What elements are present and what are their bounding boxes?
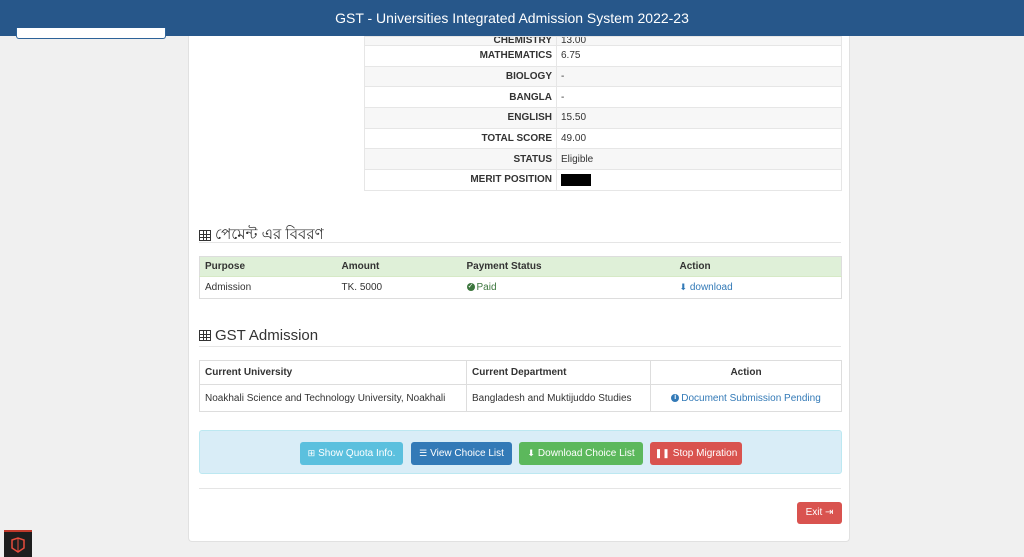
payment-table: Purpose Amount Payment Status Action Adm… <box>199 256 842 299</box>
score-value: 13.00 <box>556 36 842 46</box>
page-title: GST - Universities Integrated Admission … <box>335 10 689 26</box>
sign-out-icon: ⇥ <box>825 507 834 518</box>
score-row: ENGLISH 15.50 <box>364 107 842 129</box>
col-payment-status: Payment Status <box>461 256 675 277</box>
admission-table: Current University Current Department Ac… <box>199 360 842 412</box>
redacted-merit-position <box>561 173 591 186</box>
divider <box>199 242 841 243</box>
score-row: MATHEMATICS 6.75 <box>364 45 842 67</box>
score-value: Eligible <box>556 148 842 171</box>
action-bar: ⊞ Show Quota Info. ☰ View Choice List ⬇ Dow… <box>199 430 842 474</box>
table-row: Admission TK. 5000 ✓ Paid ⬇ download <box>200 277 842 299</box>
score-row: TOTAL SCORE 49.00 <box>364 127 842 150</box>
info-circle-icon: i <box>671 393 680 402</box>
score-label: BIOLOGY <box>364 65 557 88</box>
divider <box>199 346 841 347</box>
score-value <box>556 169 842 191</box>
list-icon: ☰ <box>419 448 428 458</box>
score-value: - <box>556 65 842 88</box>
admission-heading: GST Admission <box>199 327 318 344</box>
download-choice-list-label: Download Choice List <box>537 448 635 459</box>
payment-status: ✓ Paid <box>462 277 675 299</box>
score-value: 15.50 <box>556 107 842 129</box>
show-quota-button[interactable]: ⊞ Show Quota Info. <box>300 442 403 465</box>
table-icon <box>199 230 211 241</box>
payment-status-text: Paid <box>476 282 497 293</box>
document-pending-text: Document Submission Pending <box>681 392 821 404</box>
main-panel: CHEMISTRY 13.00 MATHEMATICS 6.75 BIOLOGY - … <box>188 36 850 542</box>
score-label: CHEMISTRY <box>364 36 557 46</box>
score-row: CHEMISTRY 13.00 <box>364 36 842 46</box>
score-row: BIOLOGY - <box>364 65 842 88</box>
table-row: Noakhali Science and Technology Universi… <box>199 384 842 412</box>
check-circle-icon: ✓ <box>466 283 475 292</box>
score-value: - <box>556 86 842 109</box>
col-action: Action <box>674 256 842 277</box>
sidebar-box <box>16 28 166 39</box>
payment-heading: পেমেন্ট এর বিবরণ <box>199 223 324 248</box>
pause-icon: ❚❚ <box>654 448 670 458</box>
score-label: ENGLISH <box>364 107 557 129</box>
score-label: MATHEMATICS <box>364 45 557 67</box>
col-amount: Amount <box>336 256 462 277</box>
download-choice-list-button[interactable]: ⬇ Download Choice List <box>519 442 643 465</box>
current-university: Noakhali Science and Technology Universi… <box>199 384 467 412</box>
stop-migration-label: Stop Migration <box>672 448 738 459</box>
download-link[interactable]: ⬇ download <box>675 277 842 299</box>
table-icon <box>199 330 211 341</box>
score-label: TOTAL SCORE <box>364 127 557 150</box>
score-value: 6.75 <box>556 45 842 67</box>
exit-label: Exit <box>805 507 823 518</box>
score-label: STATUS <box>364 148 557 171</box>
exit-button[interactable]: Exit ⇥ <box>797 502 842 524</box>
download-icon: ⬇ <box>527 448 535 458</box>
show-quota-label: Show Quota Info. <box>318 448 396 459</box>
view-choice-list-label: View Choice List <box>430 448 504 459</box>
admission-heading-text: GST Admission <box>215 327 319 344</box>
score-row: MERIT POSITION <box>364 169 842 191</box>
laravel-logo-icon[interactable] <box>4 530 32 557</box>
download-icon: ⬇ <box>679 282 688 292</box>
col-purpose: Purpose <box>199 256 337 277</box>
current-department: Bangladesh and Muktijuddo Studies <box>466 384 651 412</box>
stop-migration-button[interactable]: ❚❚ Stop Migration <box>650 442 742 465</box>
payment-amount: TK. 5000 <box>341 282 383 293</box>
payment-heading-text: পেমেন্ট এর বিবরণ <box>215 226 324 243</box>
score-value: 49.00 <box>556 127 842 150</box>
col-action: Action <box>650 360 842 385</box>
payment-purpose: Admission <box>205 282 252 293</box>
col-current-department: Current Department <box>466 360 651 385</box>
laravel-logo-shape <box>11 537 25 553</box>
score-row: BANGLA - <box>364 86 842 109</box>
score-label: BANGLA <box>364 86 557 109</box>
view-choice-list-button[interactable]: ☰ View Choice List <box>411 442 512 465</box>
plus-square-icon: ⊞ <box>307 448 316 458</box>
col-current-university: Current University <box>199 360 467 385</box>
document-pending-link[interactable]: i Document Submission Pending <box>650 384 842 412</box>
score-label: MERIT POSITION <box>364 169 557 191</box>
score-row: STATUS Eligible <box>364 148 842 171</box>
divider <box>199 488 841 489</box>
score-table: CHEMISTRY 13.00 MATHEMATICS 6.75 BIOLOGY - … <box>364 36 842 191</box>
download-link-text: download <box>689 282 733 293</box>
